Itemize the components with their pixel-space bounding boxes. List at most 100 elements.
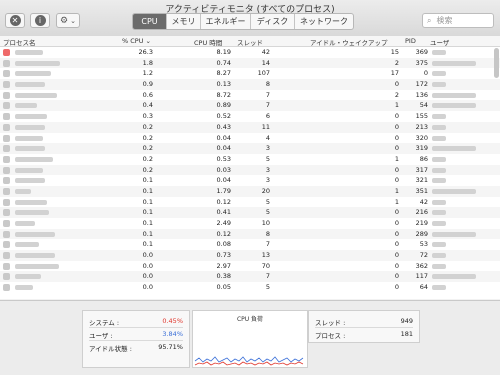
pid-cell: 172	[415, 80, 428, 89]
chevron-down-icon: ⌄	[70, 16, 76, 25]
process-app-icon	[3, 123, 10, 131]
activity-monitor-window: アクティビティモニタ (すべてのプロセス) ✕ i ⚙ ⌄ CPU メモリ エネ…	[0, 0, 500, 375]
table-row[interactable]: 0.2 0.53 5 1 86	[0, 154, 500, 165]
cpu-load-graph: CPU 負荷	[192, 310, 308, 368]
cpu-time-cell: 2.97	[216, 261, 231, 270]
table-row[interactable]: 1.8 0.74 14 2 375	[0, 57, 500, 69]
cpu-percent-cell: 0.6	[142, 90, 153, 99]
process-name-redacted	[15, 242, 39, 248]
process-app-icon	[3, 187, 10, 195]
tab-network[interactable]: ネットワーク	[295, 14, 353, 29]
column-threads[interactable]: スレッド	[237, 37, 263, 47]
cpu-time-cell: 0.12	[216, 197, 231, 206]
tab-cpu[interactable]: CPU	[133, 14, 167, 29]
cpu-time-cell: 8.72	[216, 90, 231, 99]
process-app-icon	[3, 198, 10, 206]
pid-cell: 362	[415, 261, 428, 270]
user-name-redacted	[432, 146, 476, 152]
cpu-percent-cell: 0.1	[142, 229, 153, 238]
user-name-redacted	[432, 253, 446, 259]
idle-wakeups-cell: 1	[394, 197, 399, 206]
table-row[interactable]: 0.1 0.41 5 0 216	[0, 207, 500, 218]
threads-cell: 5	[265, 197, 270, 206]
cpu-load-chart	[194, 356, 304, 366]
table-row[interactable]: 0.1 1.79 20 1 351	[0, 185, 500, 197]
table-row[interactable]: 26.3 8.19 42 15 369	[0, 47, 500, 58]
process-app-icon	[3, 220, 10, 227]
table-row[interactable]: 0.1 0.12 5 1 42	[0, 197, 500, 208]
idle-wakeups-cell: 0	[394, 272, 399, 281]
threads-cell: 5	[265, 208, 270, 217]
cpu-percent-cell: 0.1	[142, 240, 153, 249]
cpu-time-cell: 0.38	[216, 272, 231, 281]
pid-cell: 369	[415, 48, 428, 56]
cpu-time-cell: 0.52	[216, 112, 231, 121]
cpu-percent-cell: 1.2	[142, 69, 153, 78]
tab-disk[interactable]: ディスク	[251, 14, 295, 29]
process-name-redacted	[15, 178, 45, 184]
column-idle-wakeups[interactable]: アイドル・ウェイクアップ	[310, 37, 388, 47]
cpu-percent-cell: 0.2	[142, 144, 153, 153]
user-row: ユーザ : 3.84%	[89, 328, 183, 341]
tab-energy[interactable]: エネルギー	[201, 14, 251, 29]
idle-wakeups-cell: 1	[394, 154, 399, 163]
table-row[interactable]: 0.9 0.13 8 0 172	[0, 79, 500, 90]
user-name-redacted	[432, 199, 446, 205]
cpu-percent-cell: 0.0	[142, 272, 153, 281]
column-process-name[interactable]: プロセス名	[3, 37, 36, 47]
cpu-time-cell: 0.04	[216, 133, 231, 142]
idle-wakeups-cell: 0	[394, 229, 399, 238]
cpu-time-cell: 0.89	[216, 101, 231, 110]
cpu-time-cell: 0.04	[216, 176, 231, 185]
threads-cell: 70	[261, 261, 270, 270]
table-row[interactable]: 0.1 0.08 7 0 53	[0, 239, 500, 250]
table-row[interactable]: 0.0 0.05 5 0 64	[0, 282, 500, 293]
user-name-redacted	[432, 210, 446, 216]
process-app-icon	[3, 49, 10, 56]
pid-cell: 216	[415, 208, 428, 217]
tab-memory[interactable]: メモリ	[167, 14, 201, 29]
table-row[interactable]: 0.1 2.49 10 0 219	[0, 218, 500, 229]
user-name-redacted	[432, 221, 446, 226]
table-row[interactable]: 0.1 0.04 3 0 321	[0, 175, 500, 186]
cpu-percent-cell: 26.3	[138, 48, 153, 56]
cpu-percent-cell: 0.0	[142, 283, 153, 292]
action-menu-button[interactable]: ⚙ ⌄	[56, 13, 80, 28]
table-row[interactable]: 0.2 0.04 4 0 320	[0, 133, 500, 144]
user-name-redacted	[432, 114, 446, 120]
process-name-redacted	[15, 114, 47, 120]
table-row[interactable]: 0.2 0.04 3 0 319	[0, 143, 500, 154]
user-name-redacted	[432, 167, 446, 173]
system-value: 0.45%	[162, 317, 183, 325]
idle-wakeups-cell: 0	[394, 219, 399, 227]
table-row[interactable]: 0.2 0.43 11 0 213	[0, 121, 500, 133]
user-name-redacted	[432, 263, 446, 269]
table-row[interactable]: 0.2 0.03 3 0 317	[0, 164, 500, 176]
cpu-percent-cell: 0.1	[142, 208, 153, 217]
threads-row: スレッド : 949	[315, 315, 413, 328]
column-cpu-time[interactable]: CPU 時間	[194, 37, 222, 47]
scrollbar[interactable]	[494, 48, 499, 78]
process-name-redacted	[15, 167, 43, 173]
column-user[interactable]: ユーザ	[430, 37, 449, 47]
table-row[interactable]: 0.6 8.72 7 2 136	[0, 90, 500, 101]
pid-cell: 64	[419, 283, 428, 292]
cpu-time-cell: 0.43	[216, 122, 231, 131]
threads-cell: 8	[265, 80, 270, 89]
table-row[interactable]: 1.2 8.27 107 17 0	[0, 68, 500, 79]
search-field[interactable]: ⌕ 検索	[422, 13, 494, 28]
table-row[interactable]: 0.0 0.38 7 0 117	[0, 271, 500, 283]
threads-cell: 3	[265, 144, 270, 153]
table-row[interactable]: 0.0 2.97 70 0 362	[0, 261, 500, 272]
quit-process-button[interactable]: ✕	[5, 13, 25, 28]
table-row[interactable]: 0.0 0.73 13 0 72	[0, 250, 500, 261]
table-row[interactable]: 0.1 0.12 8 0 289	[0, 228, 500, 240]
column-cpu-percent[interactable]: % CPU ⌄	[122, 37, 151, 45]
processes-row: プロセス : 181	[315, 328, 413, 340]
inspect-process-button[interactable]: i	[30, 13, 50, 28]
threads-cell: 20	[261, 186, 270, 195]
column-pid[interactable]: PID	[405, 37, 416, 45]
table-row[interactable]: 0.4 0.89 7 1 54	[0, 100, 500, 112]
table-row[interactable]: 0.3 0.52 6 0 155	[0, 111, 500, 122]
idle-wakeups-cell: 0	[394, 133, 399, 142]
